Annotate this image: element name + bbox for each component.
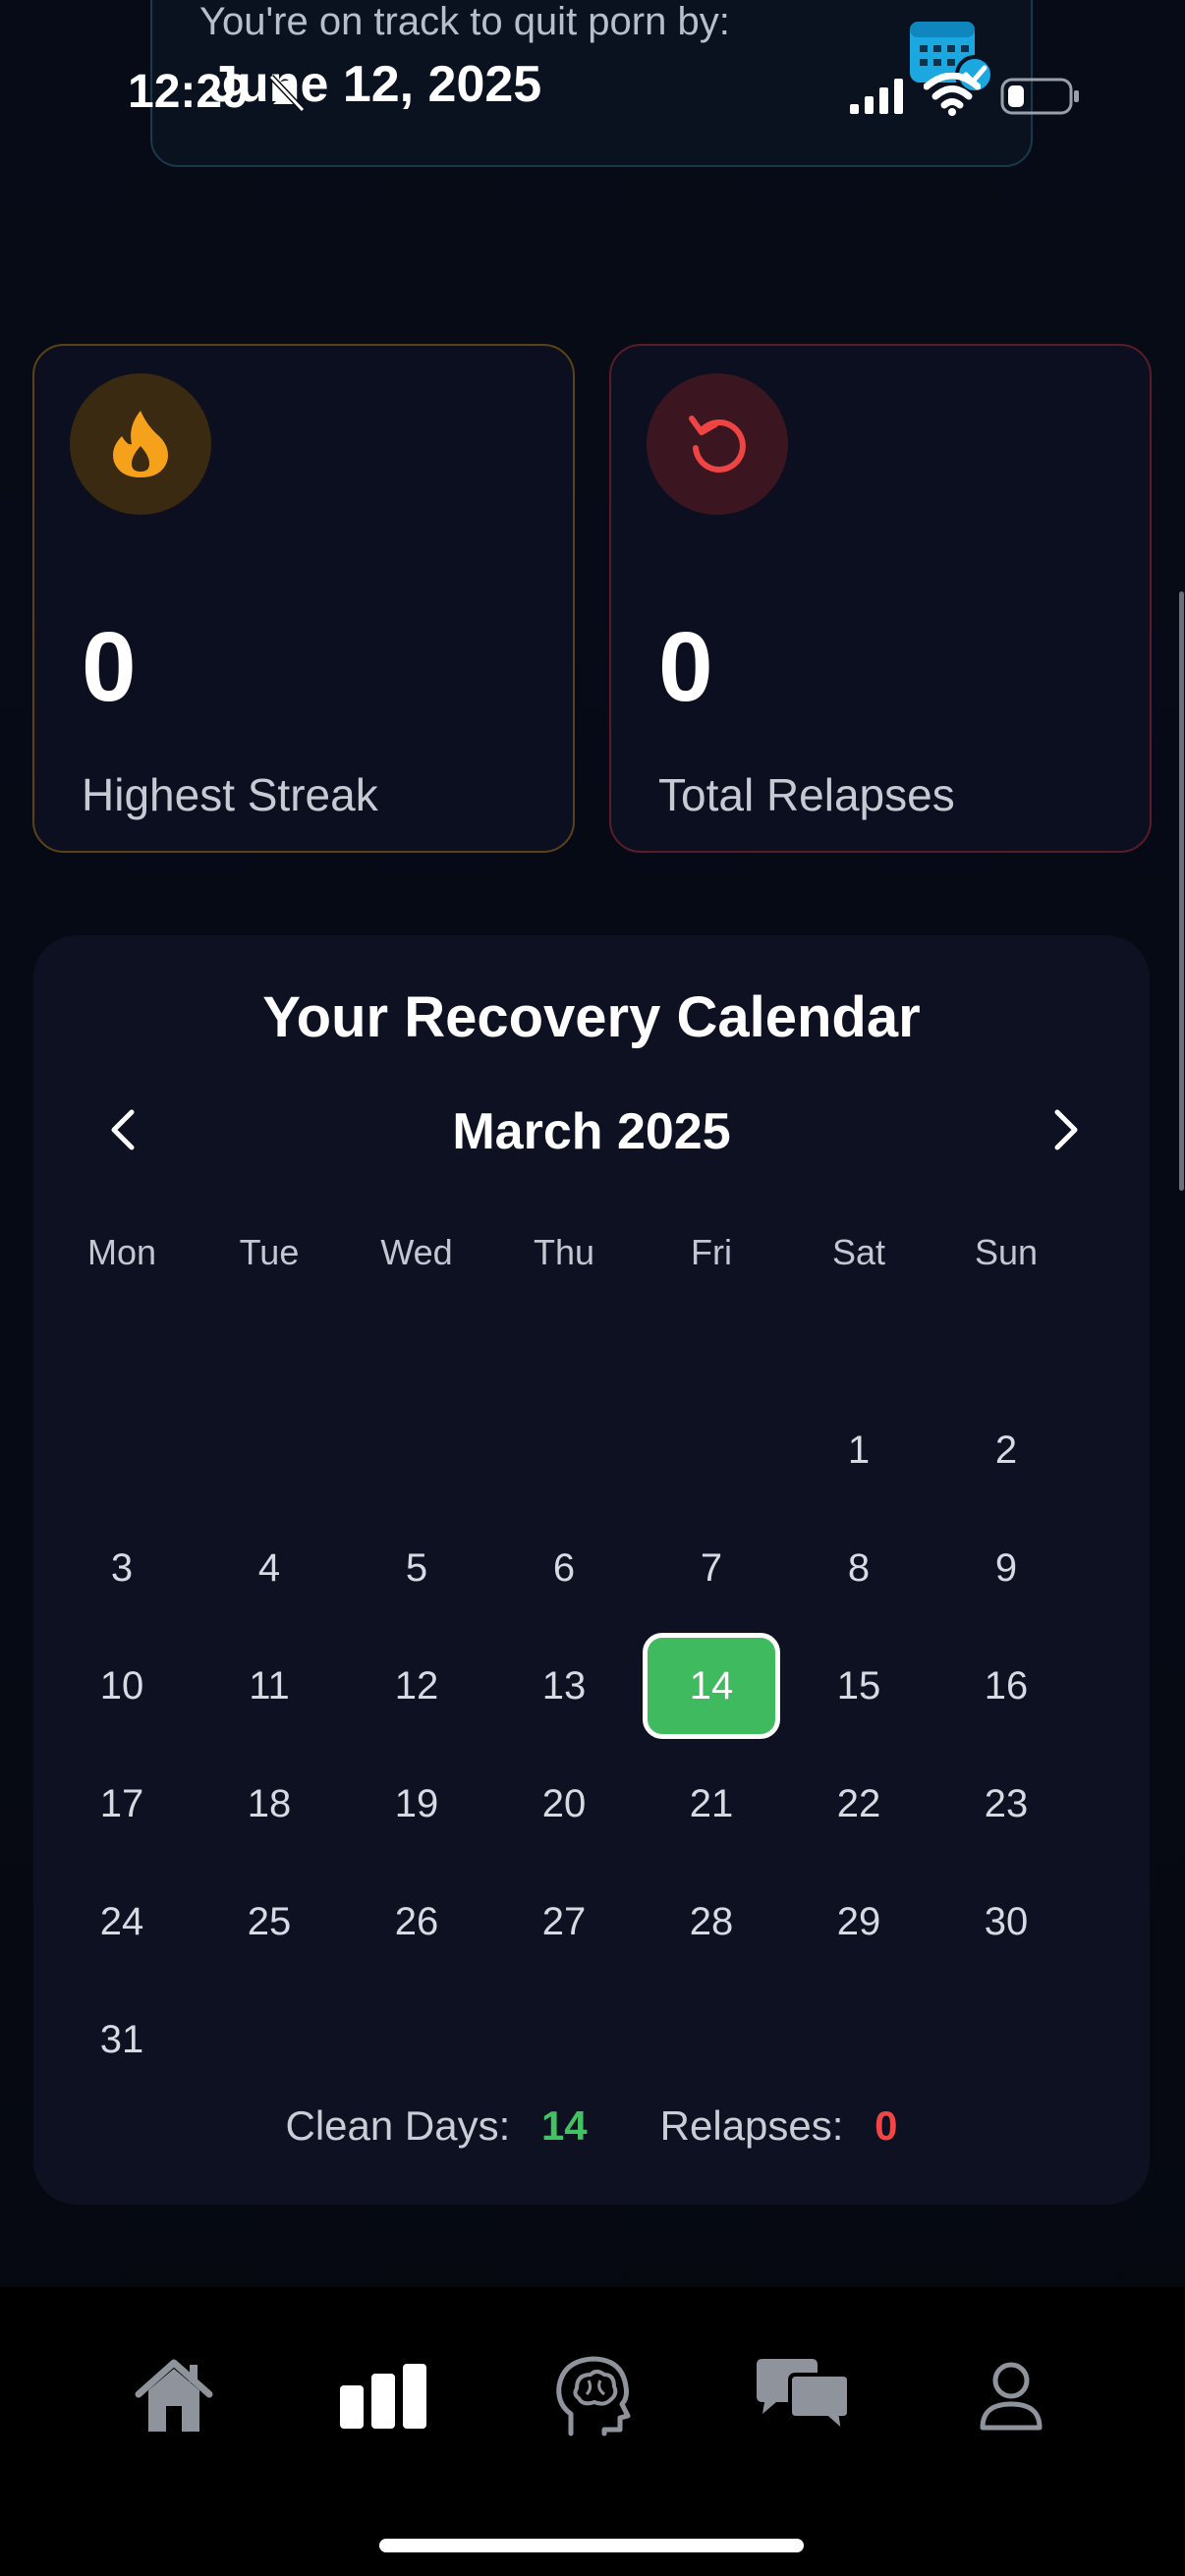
calendar-day[interactable]: 4 bbox=[200, 1515, 338, 1621]
calendar-day[interactable]: 10 bbox=[53, 1633, 191, 1739]
calendar-day[interactable]: 29 bbox=[790, 1869, 928, 1975]
weekday-label: Fri bbox=[691, 1232, 732, 1272]
total-relapses-value: 0 bbox=[658, 612, 713, 722]
highest-streak-value: 0 bbox=[82, 612, 137, 722]
weekday-label: Tue bbox=[239, 1232, 300, 1272]
weekday-label: Sun bbox=[974, 1232, 1039, 1272]
weekday-label: Sat bbox=[831, 1232, 886, 1272]
nav-home[interactable] bbox=[105, 2342, 243, 2450]
relapses-summary: Relapses: 0 bbox=[660, 2102, 898, 2150]
calendar-day[interactable]: 8 bbox=[790, 1515, 928, 1621]
calendar-day[interactable]: 24 bbox=[53, 1869, 191, 1975]
calendar-day[interactable]: 11 bbox=[200, 1633, 338, 1739]
calendar-day[interactable]: 25 bbox=[200, 1869, 338, 1975]
nav-chat[interactable] bbox=[733, 2342, 871, 2450]
battery-icon bbox=[1000, 78, 1079, 115]
scrollbar[interactable] bbox=[1179, 591, 1184, 1191]
nav-stats[interactable] bbox=[314, 2342, 452, 2450]
highest-streak-card: 0 Highest Streak bbox=[32, 344, 575, 853]
bell-muted-icon bbox=[268, 74, 306, 113]
calendar-day[interactable]: 26 bbox=[348, 1869, 485, 1975]
calendar-day[interactable]: 13 bbox=[495, 1633, 633, 1739]
profile-icon bbox=[980, 2362, 1043, 2431]
recovery-calendar-card: Your Recovery Calendar March 2025 Mon Tue… bbox=[33, 935, 1150, 2205]
calendar-day[interactable]: 5 bbox=[348, 1515, 485, 1621]
calendar-day[interactable]: 15 bbox=[790, 1633, 928, 1739]
bottom-navigation bbox=[0, 2287, 1185, 2576]
weekday-label: Thu bbox=[533, 1232, 595, 1272]
calendar-day[interactable]: 19 bbox=[348, 1751, 485, 1857]
calendar-day[interactable]: 3 bbox=[53, 1515, 191, 1621]
total-relapses-label: Total Relapses bbox=[658, 769, 955, 820]
calendar-day[interactable]: 31 bbox=[53, 1987, 191, 2093]
calendar-day[interactable]: 17 bbox=[53, 1751, 191, 1857]
chevron-right-icon[interactable] bbox=[1036, 1100, 1095, 1159]
nav-profile[interactable] bbox=[942, 2342, 1080, 2450]
weekday-label: Mon bbox=[86, 1232, 157, 1272]
calendar-summary: Clean Days: 14 Relapses: 0 bbox=[33, 2102, 1150, 2150]
relapses-value: 0 bbox=[875, 2102, 898, 2149]
highest-streak-label: Highest Streak bbox=[82, 769, 378, 820]
home-indicator[interactable] bbox=[379, 2539, 804, 2552]
flame-icon bbox=[113, 411, 168, 477]
calendar-day[interactable]: 16 bbox=[937, 1633, 1075, 1739]
calendar-day[interactable]: 22 bbox=[790, 1751, 928, 1857]
cellular-signal-icon bbox=[850, 79, 903, 114]
calendar-day-clean[interactable]: 14 bbox=[643, 1633, 780, 1739]
calendar-day[interactable]: 30 bbox=[937, 1869, 1075, 1975]
weekday-label: Wed bbox=[380, 1232, 453, 1272]
quit-target-text: You're on track to quit porn by: bbox=[199, 0, 730, 43]
calendar-day[interactable]: 7 bbox=[643, 1515, 780, 1621]
calendar-title: Your Recovery Calendar bbox=[262, 985, 921, 1049]
calendar-day[interactable]: 12 bbox=[348, 1633, 485, 1739]
status-time: 12:29 bbox=[128, 66, 249, 118]
progress-screen: 12:29 You're on track to quit porn by: J… bbox=[0, 0, 1185, 2576]
relapse-icon-badge bbox=[647, 373, 788, 515]
calendar-day[interactable]: 9 bbox=[937, 1515, 1075, 1621]
calendar-day[interactable]: 28 bbox=[643, 1869, 780, 1975]
reset-icon bbox=[689, 416, 746, 473]
clean-days-value: 14 bbox=[540, 2102, 588, 2149]
brain-icon bbox=[556, 2356, 631, 2436]
calendar-day[interactable]: 6 bbox=[495, 1515, 633, 1621]
streak-icon-badge bbox=[70, 373, 211, 515]
calendar-day[interactable]: 23 bbox=[937, 1751, 1075, 1857]
calendar-day[interactable]: 2 bbox=[937, 1397, 1075, 1503]
clean-days-label: Clean Days: bbox=[285, 2102, 511, 2149]
calendar-day[interactable]: 1 bbox=[790, 1397, 928, 1503]
wifi-icon bbox=[924, 73, 981, 116]
quit-target-date: June 12, 2025 bbox=[209, 56, 542, 113]
clean-days-summary: Clean Days: 14 bbox=[286, 2102, 588, 2150]
chat-icon bbox=[757, 2359, 851, 2436]
calendar-day[interactable]: 20 bbox=[495, 1751, 633, 1857]
total-relapses-card: 0 Total Relapses bbox=[609, 344, 1152, 853]
calendar-day[interactable]: 18 bbox=[200, 1751, 338, 1857]
stats-icon bbox=[340, 2364, 426, 2429]
calendar-month-label: March 2025 bbox=[452, 1103, 731, 1160]
home-icon bbox=[135, 2359, 213, 2432]
calendar-day[interactable]: 27 bbox=[495, 1869, 633, 1975]
calendar-day[interactable]: 21 bbox=[643, 1751, 780, 1857]
relapses-label: Relapses: bbox=[659, 2102, 844, 2149]
nav-mind[interactable] bbox=[524, 2342, 661, 2450]
